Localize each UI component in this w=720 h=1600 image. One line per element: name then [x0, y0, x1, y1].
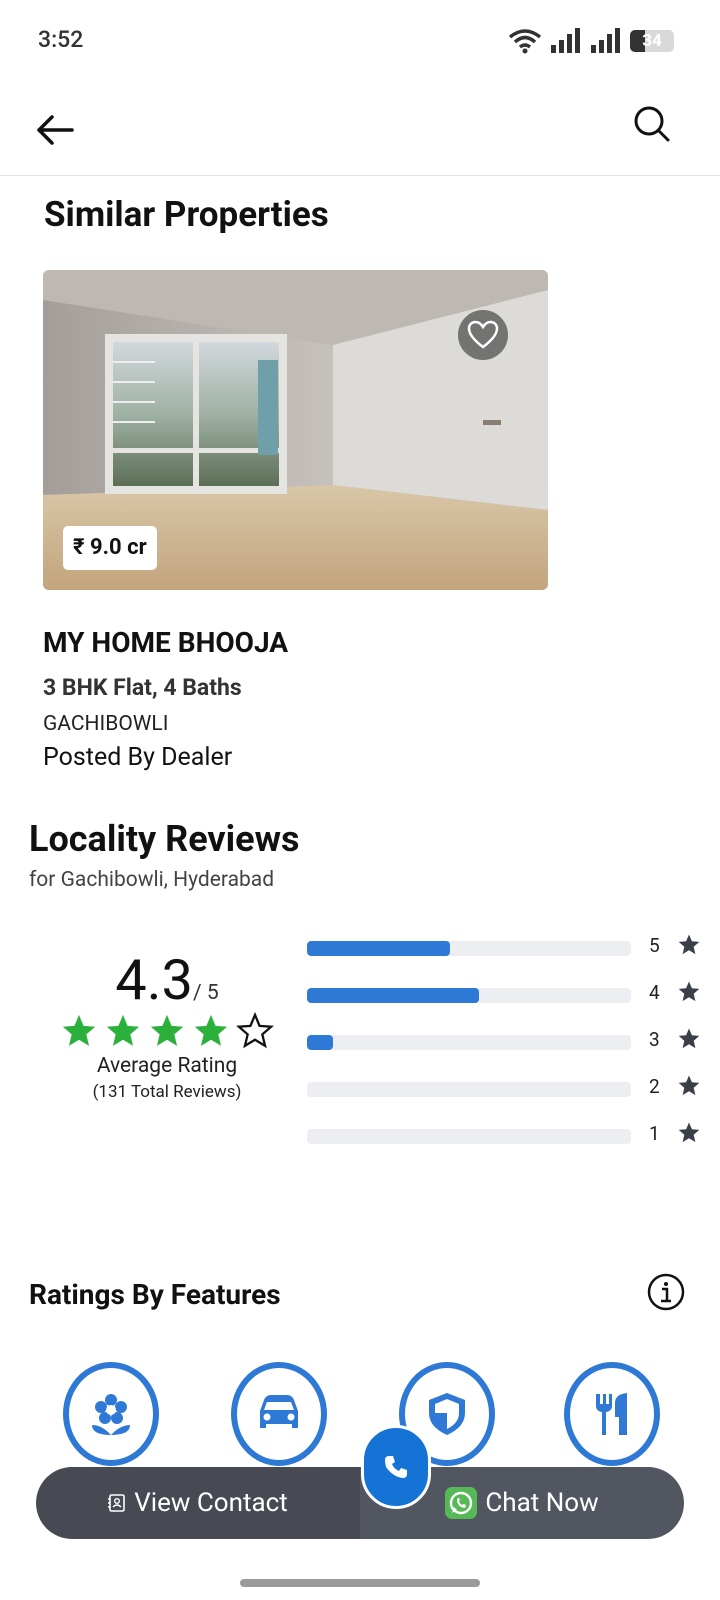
- rating-bar-fill: [307, 941, 450, 956]
- contact-card-icon: [108, 1494, 126, 1512]
- wifi-icon: [508, 29, 542, 54]
- rating-max: / 5: [193, 981, 219, 1005]
- info-icon: [647, 1273, 685, 1311]
- info-button[interactable]: [646, 1272, 686, 1312]
- ratings-by-features-title: Ratings By Features: [29, 1278, 281, 1311]
- whatsapp-icon: [445, 1487, 478, 1519]
- rating-bar-row: 3: [307, 1024, 707, 1054]
- star-icon: [678, 1075, 700, 1096]
- app-bar: [0, 90, 720, 176]
- similar-properties-title: Similar Properties: [44, 194, 329, 235]
- property-locality: GACHIBOWLI: [43, 712, 169, 736]
- rating-bar-row: 5: [307, 930, 707, 960]
- flower-icon: [92, 1394, 130, 1435]
- property-config: 3 BHK Flat, 4 Baths: [43, 674, 242, 701]
- bottom-action-bar: View Contact Chat Now: [36, 1467, 684, 1539]
- rating-bar-row: 4: [307, 977, 707, 1007]
- shield-icon: [429, 1393, 465, 1435]
- total-reviews-count: (131 Total Reviews): [92, 1082, 242, 1102]
- star-filled-icon: [194, 1014, 228, 1046]
- rating-value: 4.3: [115, 947, 194, 1013]
- star-icon: [678, 981, 700, 1002]
- heart-outline-icon: [467, 320, 499, 349]
- locality-reviews-subtitle: for Gachibowli, Hyderabad: [29, 868, 275, 892]
- rating-bar-label: 5: [649, 934, 660, 957]
- feature-commute[interactable]: [231, 1362, 327, 1466]
- status-time: 3:52: [38, 26, 84, 53]
- rating-bar-label: 3: [649, 1028, 660, 1051]
- star-icon: [678, 934, 700, 955]
- feature-environment[interactable]: [63, 1362, 159, 1466]
- rating-bar-track: [307, 1035, 631, 1050]
- star-filled-icon: [62, 1014, 96, 1046]
- rating-bar-row: 2: [307, 1071, 707, 1101]
- star-empty-icon: [236, 1012, 274, 1049]
- rating-bar-label: 4: [649, 981, 660, 1004]
- status-bar: 3:52 34: [0, 0, 720, 80]
- rating-bar-track: [307, 1082, 631, 1097]
- search-button[interactable]: [630, 102, 674, 146]
- rating-bar-label: 1: [649, 1122, 660, 1145]
- battery-level: 34: [642, 31, 662, 51]
- status-icons: 34: [508, 28, 674, 54]
- rating-score: 4.3/ 5: [56, 950, 278, 1010]
- battery-icon: 34: [630, 30, 674, 52]
- price-badge: ₹ 9.0 cr: [63, 526, 157, 570]
- view-contact-label: View Contact: [134, 1488, 288, 1518]
- property-posted-by: Posted By Dealer: [43, 743, 233, 772]
- signal-icon: [591, 28, 620, 53]
- phone-icon: [385, 1456, 407, 1478]
- star-filled-icon: [106, 1014, 140, 1046]
- rating-bar-track: [307, 988, 631, 1003]
- rating-bar-track: [307, 1129, 631, 1144]
- rating-summary: 4.3/ 5 Average Rating (131 Total Reviews…: [56, 950, 278, 1102]
- feature-food[interactable]: [564, 1362, 660, 1466]
- call-button[interactable]: [361, 1425, 431, 1509]
- signal-icon: [551, 28, 580, 53]
- property-name[interactable]: MY HOME BHOOJA: [43, 626, 288, 659]
- star-filled-icon: [150, 1014, 184, 1046]
- chat-now-label: Chat Now: [485, 1488, 599, 1518]
- favorite-button[interactable]: [458, 310, 508, 360]
- car-icon: [260, 1395, 298, 1428]
- rating-bar-fill: [307, 1035, 333, 1050]
- average-rating-label: Average Rating: [96, 1054, 238, 1078]
- view-contact-button[interactable]: View Contact: [36, 1467, 360, 1539]
- rating-bar-row: 1: [307, 1118, 707, 1148]
- rating-bar-label: 2: [649, 1075, 660, 1098]
- property-card[interactable]: ₹ 9.0 cr: [43, 270, 548, 590]
- home-indicator[interactable]: [240, 1579, 480, 1587]
- search-icon: [634, 106, 670, 142]
- star-icon: [678, 1122, 700, 1143]
- locality-reviews-title: Locality Reviews: [29, 818, 300, 860]
- rating-stars: [56, 1012, 278, 1050]
- restaurant-icon: [596, 1393, 627, 1435]
- star-icon: [678, 1028, 700, 1049]
- back-button[interactable]: [34, 108, 78, 152]
- rating-bar-track: [307, 941, 631, 956]
- rating-bar-fill: [307, 988, 479, 1003]
- arrow-left-icon: [37, 115, 74, 145]
